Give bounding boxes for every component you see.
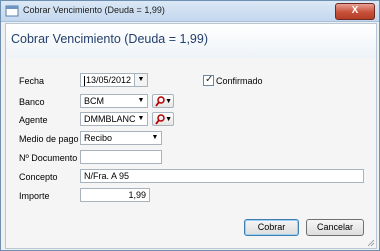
close-icon: X [351,5,359,16]
concepto-label: Concepto [19,172,58,182]
banco-search-button[interactable]: ▼ [152,94,174,108]
text-caret [84,75,85,86]
documento-input[interactable] [80,150,162,164]
importe-label: Importe [19,191,50,201]
chevron-down-icon: ▼ [165,116,172,123]
check-mark-icon: ✓ [205,74,214,85]
chevron-down-icon: ▼ [137,97,145,104]
page-title: Cobrar Vencimiento (Deuda = 1,99) [11,32,208,46]
window-title: Cobrar Vencimiento (Deuda = 1,99) [23,5,165,15]
medio-pago-value: Recibo [84,133,113,143]
title-bar[interactable]: Cobrar Vencimiento (Deuda = 1,99) X [1,1,379,22]
close-button[interactable]: X [335,3,375,20]
calendar-dropdown-icon[interactable]: ▼ [134,74,147,86]
concepto-value: N/Fra. A 95 [84,171,130,181]
chevron-down-icon: ▼ [137,115,145,122]
dialog-body: Cobrar Vencimiento (Deuda = 1,99) Fecha … [5,23,377,249]
resize-grip-icon[interactable] [366,238,375,247]
fecha-value: 13/05/2012 [86,75,132,85]
confirmado-checkbox[interactable]: ✓ [203,74,214,86]
search-icon [155,114,165,125]
importe-value: 1,99 [128,190,146,200]
documento-label: Nº Documento [19,153,78,163]
dialog-window: Cobrar Vencimiento (Deuda = 1,99) X Cobr… [0,0,380,251]
banco-value: BCM [84,96,104,106]
agente-value: DMMBLANC [84,114,136,124]
dialog-header: Cobrar Vencimiento (Deuda = 1,99) [6,24,376,58]
concepto-input[interactable]: N/Fra. A 95 [80,169,364,183]
importe-input[interactable]: 1,99 [80,188,150,202]
banco-label: Banco [19,97,45,107]
search-icon [155,96,165,107]
agente-label: Agente [19,115,48,125]
chevron-down-icon: ▼ [165,98,172,105]
fecha-date-picker[interactable]: 13/05/2012 ▼ [80,73,148,87]
cancelar-button[interactable]: Cancelar [306,219,364,236]
fecha-label: Fecha [19,76,45,86]
medio-pago-select[interactable]: Recibo ▼ [80,131,162,145]
chevron-down-icon: ▼ [151,134,159,141]
banco-select[interactable]: BCM ▼ [80,94,148,108]
agente-search-button[interactable]: ▼ [152,112,174,126]
medio-pago-label: Medio de pago [19,134,79,144]
cobrar-button[interactable]: Cobrar [244,219,299,236]
app-window-icon [5,5,19,17]
confirmado-label: Confirmado [216,76,263,86]
agente-select[interactable]: DMMBLANC ▼ [80,112,148,126]
